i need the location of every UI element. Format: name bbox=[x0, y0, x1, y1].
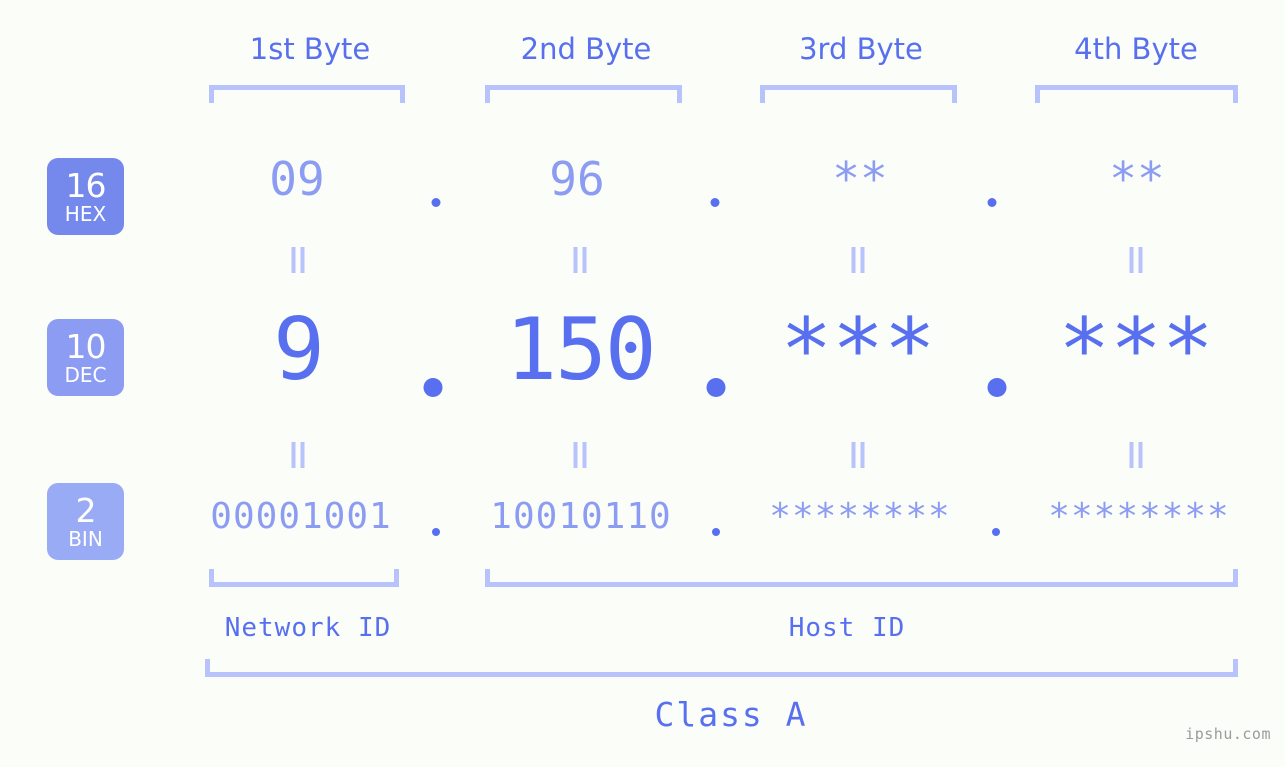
watermark: ipshu.com bbox=[1185, 725, 1271, 743]
hex-separator-dot-1 bbox=[431, 198, 441, 207]
dec-byte-4-value: *** bbox=[1058, 300, 1214, 400]
dec-separator-dot-3 bbox=[987, 378, 1007, 397]
equals-icon bbox=[1129, 247, 1143, 273]
dec-separator-dot-2 bbox=[706, 378, 726, 397]
byte-bracket-1 bbox=[209, 85, 405, 103]
bin-separator-dot-1 bbox=[432, 528, 440, 536]
bin-separator-dot-3 bbox=[992, 528, 1000, 536]
equals-icon bbox=[851, 442, 865, 468]
bin-byte-4-value: ******** bbox=[1048, 496, 1230, 537]
byte-bracket-4 bbox=[1035, 85, 1238, 103]
base-badge-bin[interactable]: 2 BIN bbox=[47, 483, 124, 560]
equals-icon bbox=[1129, 442, 1143, 468]
dec-byte-3-value: *** bbox=[780, 300, 936, 400]
byte-header-label-4: 4th Byte bbox=[1074, 32, 1198, 66]
base-badge-dec[interactable]: 10 DEC bbox=[47, 319, 124, 396]
network-id-label: Network ID bbox=[224, 613, 392, 643]
bin-separator-dot-2 bbox=[712, 528, 720, 536]
byte-header-label-1: 1st Byte bbox=[249, 32, 371, 66]
bin-byte-3-value: ******** bbox=[769, 496, 951, 537]
equals-icon bbox=[291, 247, 305, 273]
byte-bracket-2 bbox=[485, 85, 682, 103]
hex-byte-2-value: 96 bbox=[549, 152, 605, 206]
network-id-bracket bbox=[209, 569, 399, 587]
bin-byte-2-value: 10010110 bbox=[490, 496, 672, 537]
class-label: Class A bbox=[654, 695, 808, 734]
base-badge-hex[interactable]: 16 HEX bbox=[47, 158, 124, 235]
host-id-bracket bbox=[485, 569, 1238, 587]
equals-icon bbox=[291, 442, 305, 468]
bin-byte-1-value: 00001001 bbox=[210, 496, 392, 537]
hex-byte-3-value: ** bbox=[832, 152, 888, 206]
dec-separator-dot-1 bbox=[423, 378, 443, 397]
class-bracket bbox=[205, 659, 1238, 677]
hex-byte-4-value: ** bbox=[1109, 152, 1165, 206]
byte-bracket-3 bbox=[760, 85, 957, 103]
equals-icon bbox=[573, 442, 587, 468]
host-id-label: Host ID bbox=[788, 613, 906, 643]
ip-byte-breakdown-diagram: 1st Byte 2nd Byte 3rd Byte 4th Byte 16 H… bbox=[0, 0, 1285, 767]
base-badge-dec-number: 10 bbox=[65, 327, 107, 366]
base-badge-hex-number: 16 bbox=[65, 166, 107, 205]
dec-byte-1-value: 9 bbox=[273, 300, 325, 400]
byte-header-label-2: 2nd Byte bbox=[520, 32, 652, 66]
base-badge-dec-name: DEC bbox=[64, 363, 107, 387]
base-badge-hex-name: HEX bbox=[64, 202, 107, 226]
byte-header-label-3: 3rd Byte bbox=[799, 32, 923, 66]
base-badge-bin-number: 2 bbox=[75, 491, 97, 530]
equals-icon bbox=[851, 247, 865, 273]
dec-byte-2-value: 150 bbox=[505, 300, 656, 400]
equals-icon bbox=[573, 247, 587, 273]
hex-separator-dot-3 bbox=[987, 198, 997, 207]
base-badge-bin-name: BIN bbox=[68, 527, 103, 551]
hex-separator-dot-2 bbox=[710, 198, 720, 207]
hex-byte-1-value: 09 bbox=[269, 152, 325, 206]
